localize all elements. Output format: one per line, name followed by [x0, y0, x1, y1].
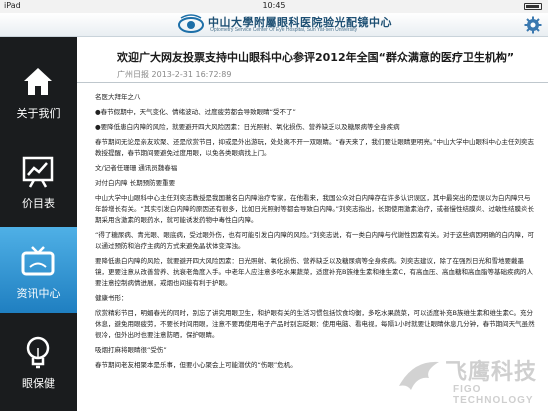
battery-icon: [524, 3, 542, 10]
app-header: 中山大學附屬眼科医院验光配镜中心 Optometry Service Cente…: [0, 13, 548, 37]
watermark-text: 飞鹰科技: [445, 360, 538, 385]
watermark-sub: FIGO TECHNOLOGY: [453, 384, 534, 406]
article-paragraph: 中山大学中山眼科中心主任刘奕志教授是我国著名白内障治疗专家，在他看来，我国公众对…: [95, 194, 534, 224]
sidebar-item-about[interactable]: 关于我们: [0, 47, 77, 133]
article-meta: 广州日报 2013-2-31 16:72:89: [117, 70, 232, 79]
sidebar-item-label: 价目表: [22, 197, 55, 210]
article-paragraph: 健康书形：: [95, 294, 128, 302]
eagle-logo-icon: [399, 361, 439, 390]
article-paragraph: 春节期间无论是亲友欢聚、还是欣赏节目，抑或是外出游玩，处处离不开一双眼睛。“春天…: [95, 138, 534, 157]
article-title: 欢迎广大网友投票支持中山眼科中心参评2012年全国“群众满意的医疗卫生机构”: [117, 51, 515, 64]
sidebar-item-prices[interactable]: 价目表: [0, 137, 77, 223]
gear-icon[interactable]: [523, 15, 543, 35]
tv-icon: [21, 246, 55, 276]
clock: 10:45: [262, 1, 286, 10]
chart-icon: [22, 156, 54, 188]
article-paragraph: 文/记者任珊珊 通讯员魏春福: [95, 164, 178, 172]
watermark: 飞鹰科技 FIGO TECHNOLOGY: [395, 352, 545, 408]
home-icon: [24, 68, 52, 95]
sidebar-item-eyecare[interactable]: 眼保健: [0, 317, 77, 403]
sidebar: 关于我们 价目表 资讯中心 眼保健: [0, 37, 77, 411]
hospital-logo-icon: [178, 14, 204, 33]
article-paragraph: 欣赏精彩节目，明媚春光的同时，别忘了讲究用眼卫生，和护眼有关的生活习惯包括饮食均…: [95, 309, 535, 339]
article-paragraph: 名医大拜年之八: [95, 93, 141, 101]
article-paragraph: ●要降低患白内障的风险，就要避开四大风险因素：日光照射、氧化损伤、营养缺乏以及糖…: [95, 123, 400, 131]
status-bar: iPad 10:45: [0, 0, 548, 13]
article-paragraph: “得了糖尿病、青光眼、眼底病，受过眼外伤，也有可能引发白内障的风险。”刘奕志说，…: [95, 231, 534, 250]
app-subtitle: Optometry Service Center Of Eye Hospital…: [210, 27, 358, 33]
sidebar-item-news[interactable]: 资讯中心: [0, 227, 77, 313]
divider: [77, 82, 548, 83]
article-paragraph: ●春节假期中，天气变化、情绪波动、过度疲劳都会导致眼睛“受不了”: [95, 108, 296, 116]
bulb-icon: [26, 336, 50, 369]
sidebar-item-label: 关于我们: [16, 107, 61, 120]
sidebar-item-label: 眼保健: [22, 377, 55, 390]
article-paragraph: 要降低患白内障的风险，就要避开四大风险因素：日光照射、氧化损伤、营养缺乏以及糖尿…: [95, 257, 533, 287]
article-body: 名医大拜年之八 ●春节假期中，天气变化、情绪波动、过度疲劳都会导致眼睛“受不了”…: [95, 92, 535, 375]
sidebar-item-label: 资讯中心: [16, 287, 61, 300]
article-paragraph: 对付白内障 长期预防要重要: [95, 179, 176, 187]
